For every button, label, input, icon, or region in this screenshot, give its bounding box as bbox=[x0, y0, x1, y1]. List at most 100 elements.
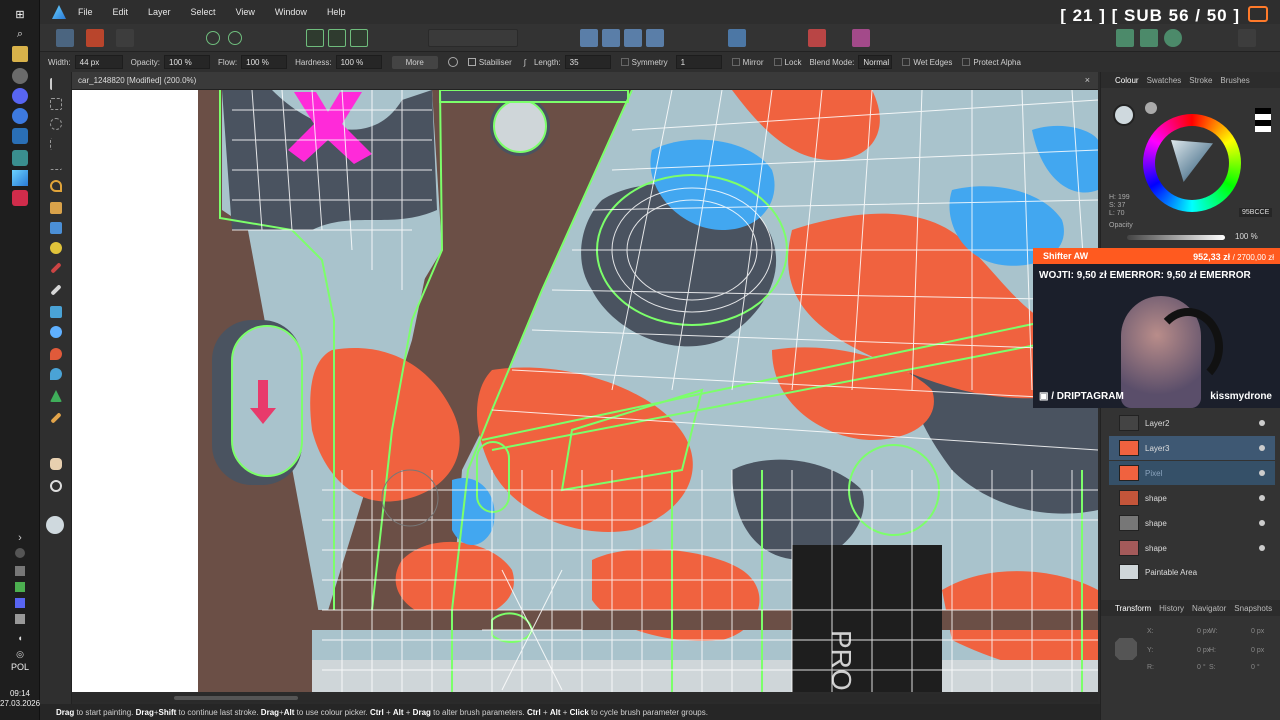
color-picker-icon[interactable] bbox=[852, 29, 870, 47]
snapping-icon[interactable] bbox=[206, 31, 220, 45]
menu-help[interactable]: Help bbox=[327, 7, 346, 17]
tab-swatches[interactable]: Swatches bbox=[1147, 76, 1182, 85]
document-tab[interactable]: car_1248820 [Modified] (200.0%) × bbox=[72, 72, 1098, 90]
tray-icon-1[interactable] bbox=[15, 548, 25, 558]
opacity-field[interactable]: 100 % bbox=[164, 55, 211, 69]
fill-tool-icon[interactable] bbox=[50, 242, 62, 254]
app-icon-3[interactable] bbox=[12, 150, 28, 166]
stabiliser-checkbox[interactable] bbox=[467, 58, 476, 66]
symmetry-field[interactable]: 1 bbox=[675, 55, 722, 69]
r-value[interactable]: 0 ° bbox=[1197, 664, 1206, 671]
opacity-slider[interactable] bbox=[1127, 235, 1225, 240]
settings-icon[interactable]: ◎ bbox=[12, 646, 28, 662]
horizontal-scrollbar[interactable] bbox=[72, 694, 1098, 702]
layer-visibility-icon[interactable] bbox=[1259, 545, 1265, 551]
browser-icon[interactable] bbox=[12, 108, 28, 124]
affinity-photo-icon[interactable] bbox=[12, 170, 28, 186]
windows-start-icon[interactable]: ⊞ bbox=[12, 6, 28, 22]
share-icon-1[interactable] bbox=[1116, 29, 1134, 47]
selection-brush-icon[interactable] bbox=[50, 202, 62, 214]
account-icon[interactable] bbox=[1238, 29, 1256, 47]
lasso-tool-icon[interactable] bbox=[50, 180, 62, 192]
pixel-tool-icon[interactable] bbox=[50, 284, 62, 296]
tab-navigator[interactable]: Navigator bbox=[1192, 604, 1226, 613]
rotate-right-icon[interactable] bbox=[646, 29, 664, 47]
menu-edit[interactable]: Edit bbox=[113, 7, 129, 17]
canvas[interactable]: PRO bbox=[72, 90, 1098, 692]
layer-row[interactable]: Layer2 bbox=[1109, 411, 1275, 435]
layer-row[interactable]: Layer3 bbox=[1109, 436, 1275, 460]
fill-colour-swatch[interactable] bbox=[1113, 104, 1135, 126]
layer-row[interactable]: Pixel bbox=[1109, 461, 1275, 485]
volume-icon[interactable]: ◖ bbox=[12, 630, 28, 646]
smudge-tool-icon[interactable] bbox=[50, 368, 62, 380]
layer-visibility-icon[interactable] bbox=[1259, 470, 1265, 476]
width-field[interactable]: 44 px bbox=[74, 55, 123, 69]
selection-mode-2-icon[interactable] bbox=[328, 29, 346, 47]
menu-view[interactable]: View bbox=[236, 7, 255, 17]
tab-history[interactable]: History bbox=[1159, 604, 1184, 613]
liquify-persona-icon[interactable] bbox=[86, 29, 104, 47]
quick-mask-icon[interactable] bbox=[228, 31, 242, 45]
brush-icon[interactable] bbox=[447, 57, 458, 67]
assistant-icon[interactable] bbox=[808, 29, 826, 47]
hex-field[interactable]: 95BCCE bbox=[1239, 208, 1273, 217]
menu-window[interactable]: Window bbox=[275, 7, 307, 17]
layer-row[interactable]: Paintable Area bbox=[1109, 560, 1275, 584]
menu-layer[interactable]: Layer bbox=[148, 7, 171, 17]
develop-persona-icon[interactable] bbox=[116, 29, 134, 47]
layer-row[interactable]: shape bbox=[1109, 536, 1275, 560]
anchor-icon[interactable] bbox=[1115, 638, 1137, 660]
chevron-right-icon[interactable]: › bbox=[12, 530, 28, 546]
lock-checkbox[interactable] bbox=[773, 58, 782, 66]
move-tool-icon[interactable] bbox=[50, 78, 62, 90]
protect-alpha-checkbox[interactable] bbox=[962, 58, 971, 66]
marquee-tool-icon[interactable] bbox=[50, 98, 62, 110]
ellipse-marquee-icon[interactable] bbox=[50, 118, 62, 130]
layer-row[interactable]: shape bbox=[1109, 486, 1275, 510]
row-marquee-icon[interactable] bbox=[50, 158, 62, 170]
app-icon-2[interactable] bbox=[12, 128, 28, 144]
tray-icon-4[interactable] bbox=[15, 598, 25, 608]
arrange-group[interactable] bbox=[428, 29, 518, 47]
bw-swatch-icon[interactable] bbox=[1255, 108, 1271, 132]
layer-visibility-icon[interactable] bbox=[1259, 495, 1265, 501]
tab-snapshots[interactable]: Snapshots bbox=[1234, 604, 1272, 613]
search-icon[interactable]: ⌕ bbox=[12, 26, 28, 42]
blend-mode-select[interactable]: Normal bbox=[858, 55, 893, 69]
s-value[interactable]: 0 ° bbox=[1251, 664, 1260, 671]
colour-wheel[interactable] bbox=[1143, 114, 1241, 212]
symmetry-checkbox[interactable] bbox=[620, 58, 629, 66]
align-icon[interactable] bbox=[728, 29, 746, 47]
colour-triangle[interactable] bbox=[1171, 140, 1213, 182]
primary-colour-swatch[interactable] bbox=[46, 516, 64, 534]
column-marquee-icon[interactable] bbox=[50, 138, 62, 150]
h-value[interactable]: 0 px bbox=[1251, 647, 1264, 654]
tab-colour[interactable]: Colour bbox=[1115, 76, 1139, 85]
dodge-tool-icon[interactable] bbox=[50, 326, 62, 338]
photo-persona-icon[interactable] bbox=[56, 29, 74, 47]
tab-transform[interactable]: Transform bbox=[1115, 604, 1151, 613]
mirror-checkbox[interactable] bbox=[731, 58, 740, 66]
more-button[interactable]: More bbox=[391, 55, 438, 69]
app-icon-1[interactable] bbox=[12, 68, 28, 84]
w-value[interactable]: 0 px bbox=[1251, 628, 1264, 635]
opacity-value[interactable]: 100 % bbox=[1235, 232, 1258, 241]
clone-tool-icon[interactable] bbox=[50, 306, 62, 318]
pen-tool-icon[interactable] bbox=[50, 412, 62, 424]
length-field[interactable]: 35 bbox=[564, 55, 611, 69]
discord-icon[interactable] bbox=[12, 88, 28, 104]
layer-row[interactable]: shape bbox=[1109, 511, 1275, 535]
flow-field[interactable]: 100 % bbox=[241, 55, 288, 69]
selection-mode-1-icon[interactable] bbox=[306, 29, 324, 47]
flood-select-icon[interactable] bbox=[50, 222, 62, 234]
tab-stroke[interactable]: Stroke bbox=[1189, 76, 1212, 85]
layer-visibility-icon[interactable] bbox=[1259, 520, 1265, 526]
language-indicator[interactable]: POL bbox=[0, 662, 40, 672]
share-icon-2[interactable] bbox=[1140, 29, 1158, 47]
rotate-left-icon[interactable] bbox=[624, 29, 642, 47]
network-icon[interactable] bbox=[15, 614, 25, 624]
paint-brush-icon[interactable] bbox=[50, 262, 62, 274]
flip-vertical-icon[interactable] bbox=[602, 29, 620, 47]
menu-select[interactable]: Select bbox=[191, 7, 216, 17]
